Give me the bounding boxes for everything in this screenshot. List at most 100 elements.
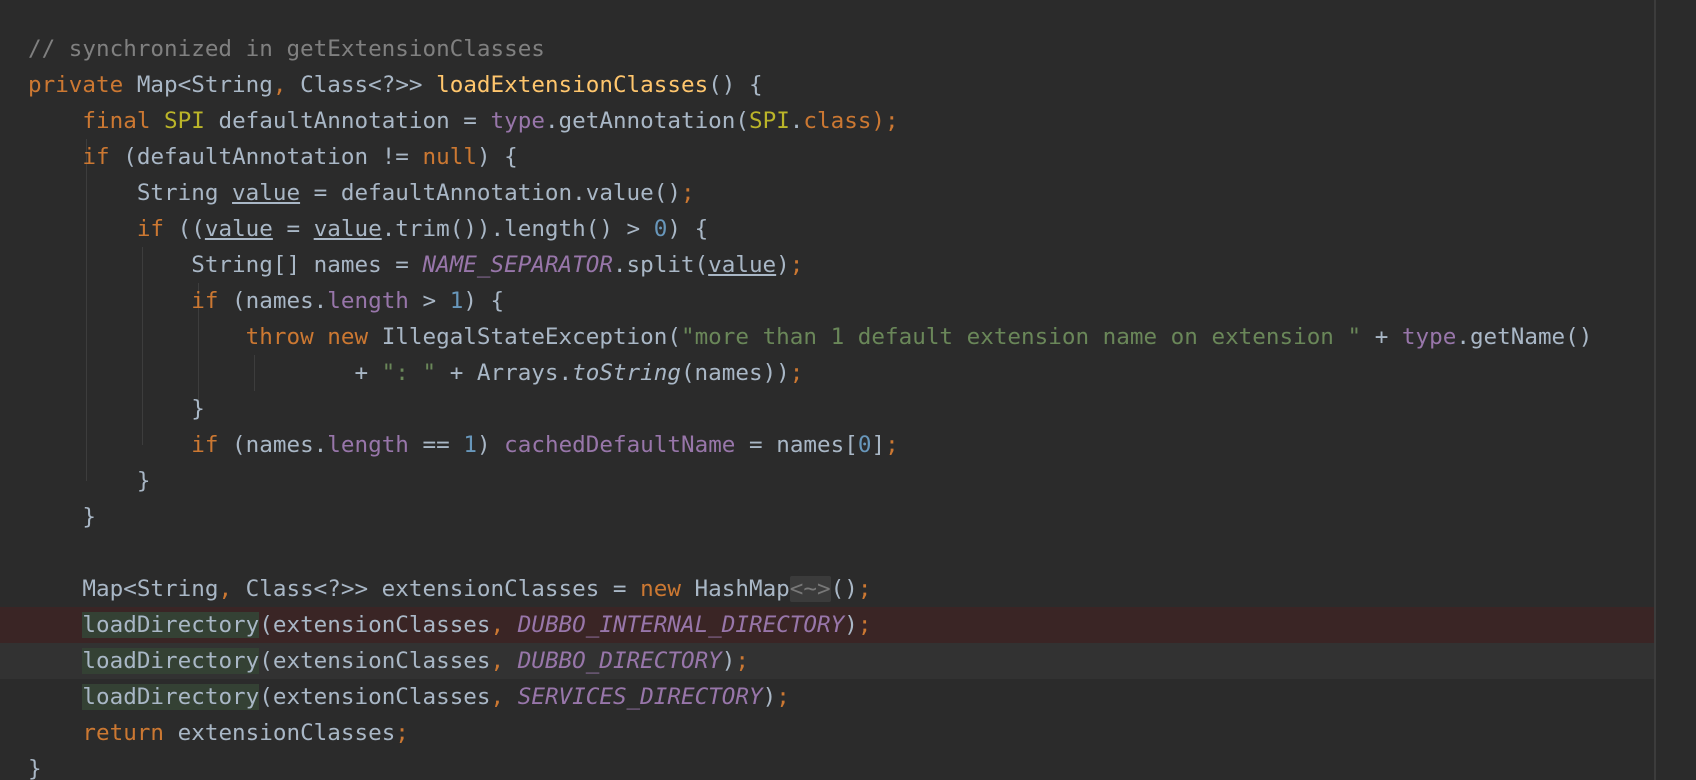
code-token: Class <box>300 72 369 98</box>
line-if-names-length[interactable]: if (names.length > 1) { <box>0 283 1654 319</box>
code-token: ); <box>871 108 899 134</box>
code-token: if <box>191 432 219 458</box>
line-close-if-names[interactable]: } <box>0 391 1654 427</box>
code-token: (defaultAnnotation != <box>109 144 423 170</box>
line-comment[interactable]: // synchronized in getExtensionClasses <box>0 31 1654 67</box>
code-token: DUBBO_INTERNAL_DIRECTORY <box>517 612 845 638</box>
code-token: ) { <box>463 288 505 314</box>
line-load-services-directory[interactable]: loadDirectory(extensionClasses, SERVICES… <box>0 679 1654 715</box>
code-token: + <box>1361 324 1402 350</box>
code-token: // synchronized in getExtensionClasses <box>28 36 545 62</box>
code-token: SERVICES_DIRECTORY <box>517 684 763 710</box>
line-string-value[interactable]: String value = defaultAnnotation.value()… <box>0 175 1654 211</box>
code-token: value <box>313 216 382 242</box>
code-token: = names[ <box>735 432 858 458</box>
code-token: , <box>490 612 518 638</box>
code-token: String <box>28 180 233 206</box>
code-token: <?>> <box>368 72 437 98</box>
code-token: HashMap <box>680 576 790 602</box>
code-token: loadDirectory <box>82 612 260 638</box>
line-throw[interactable]: throw new IllegalStateException("more th… <box>0 319 1654 355</box>
code-token: if <box>82 144 110 170</box>
code-token: ; <box>789 252 804 278</box>
line-load-dubbo-directory[interactable]: loadDirectory(extensionClasses, DUBBO_DI… <box>0 643 1654 679</box>
line-close-if-not-null[interactable]: } <box>0 499 1654 535</box>
code-token: ) { <box>667 216 709 242</box>
code-token: class <box>803 108 872 134</box>
code-token: loadDirectory <box>82 684 260 710</box>
code-token: SPI <box>748 108 790 134</box>
code-token: .split( <box>612 252 709 278</box>
code-token: 0 <box>653 216 668 242</box>
code-token: ; <box>789 360 804 386</box>
code-token: .getAnnotation( <box>544 108 749 134</box>
code-token: loadDirectory <box>82 648 260 674</box>
code-token: ; <box>857 612 872 638</box>
code-token: = defaultAnnotation.value() <box>300 180 681 206</box>
code-area[interactable]: // synchronized in getExtensionClasses pr… <box>0 31 1654 780</box>
code-token: type <box>1401 324 1457 350</box>
code-token: Class<?>> extensionClasses = <box>245 576 641 602</box>
code-token: ) <box>721 648 736 674</box>
code-token: ; <box>395 720 409 746</box>
code-token: ) <box>762 684 777 710</box>
code-token: Map <box>136 72 178 98</box>
code-token: + Arrays. <box>436 360 573 386</box>
code-token: ; <box>735 648 749 674</box>
line-throw-continuation[interactable]: + ": " + Arrays.toString(names)); <box>0 355 1654 391</box>
line-close-method[interactable]: } <box>0 751 1654 780</box>
code-token: ) <box>776 252 790 278</box>
code-editor[interactable]: // synchronized in getExtensionClasses pr… <box>0 0 1696 780</box>
code-token: ) <box>844 612 858 638</box>
line-if-trim-length[interactable]: if ((value = value.trim()).length() > 0)… <box>0 211 1654 247</box>
code-token: 1 <box>449 288 464 314</box>
code-token: final <box>82 108 151 134</box>
code-token: (( <box>164 216 205 242</box>
line-if-not-null[interactable]: if (defaultAnnotation != null) { <box>0 139 1654 175</box>
code-token: ) <box>476 432 505 458</box>
code-token: SPI <box>164 108 205 134</box>
line-cached-default-name[interactable]: if (names.length == 1) cachedDefaultName… <box>0 427 1654 463</box>
code-token: cachedDefaultName <box>504 432 736 458</box>
code-token: , <box>272 72 301 98</box>
code-token: 1 <box>463 432 477 458</box>
code-token: new <box>327 324 369 350</box>
line-blank[interactable] <box>0 535 1654 571</box>
code-token: 0 <box>857 432 872 458</box>
code-token: Map<String <box>28 576 219 602</box>
code-token: value <box>232 180 301 206</box>
code-token: loadExtensionClasses <box>436 72 709 98</box>
code-token: > <box>408 288 450 314</box>
code-token: < <box>177 72 192 98</box>
code-token: ; <box>857 576 872 602</box>
line-names-split[interactable]: String[] names = NAME_SEPARATOR.split(va… <box>0 247 1654 283</box>
line-close-if-trim[interactable]: } <box>0 463 1654 499</box>
code-token: } <box>28 468 151 494</box>
code-token: if <box>136 216 165 242</box>
code-token: ": " <box>381 360 437 386</box>
code-token: String[] names = <box>28 252 423 278</box>
line-load-internal-directory[interactable]: loadDirectory(extensionClasses, DUBBO_IN… <box>0 607 1654 643</box>
code-token: extensionClasses <box>164 720 396 746</box>
line-default-annotation[interactable]: final SPI defaultAnnotation = type.getAn… <box>0 103 1654 139</box>
code-token: .getName() <box>1456 324 1593 350</box>
line-return[interactable]: return extensionClasses; <box>0 715 1654 751</box>
code-token: } <box>28 396 205 422</box>
code-token: ] <box>871 432 886 458</box>
code-token: = <box>272 216 314 242</box>
line-method-signature[interactable]: private Map<String, Class<?>> loadExtens… <box>0 67 1654 103</box>
code-token: , <box>490 648 518 674</box>
code-token: + <box>28 360 382 386</box>
code-token: , <box>218 576 246 602</box>
code-token: "more than 1 default extension name on e… <box>680 324 1362 350</box>
code-token: () <box>830 576 858 602</box>
code-token: } <box>28 756 42 780</box>
line-extension-classes[interactable]: Map<String, Class<?>> extensionClasses =… <box>0 571 1654 607</box>
